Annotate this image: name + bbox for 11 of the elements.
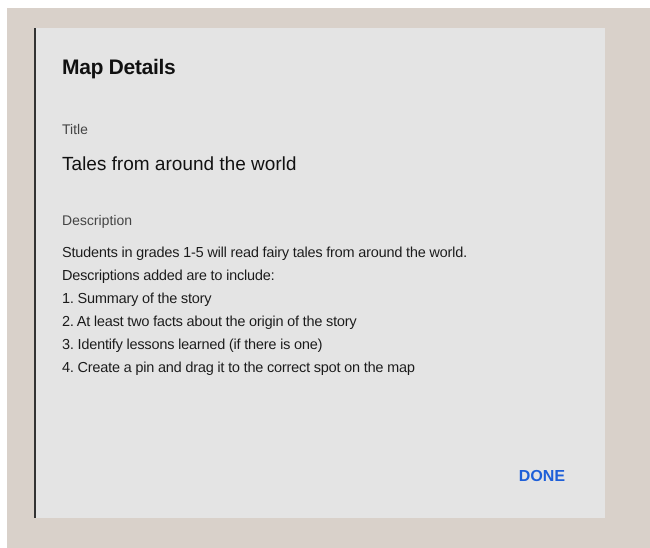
dialog-title: Map Details [62, 56, 176, 80]
field-label: Description [62, 212, 134, 228]
description-line: Students in grades 1-5 will read fairy tales from around the world. [62, 244, 468, 263]
done-button[interactable]: DONE [514, 466, 569, 488]
map-title: Tales from around the world [62, 154, 298, 176]
description-line: 1. Summary of the story [62, 290, 212, 309]
field-label: Title [62, 121, 89, 137]
description-line: Descriptions added are to include: [62, 267, 276, 286]
description-line: 2. At least two facts about the origin of the story [62, 313, 358, 332]
description-line: 4. Create a pin and drag it to the correct spot on the map [62, 359, 416, 378]
description-line: 3. Identify lessons learned (if there is one) [62, 336, 324, 355]
